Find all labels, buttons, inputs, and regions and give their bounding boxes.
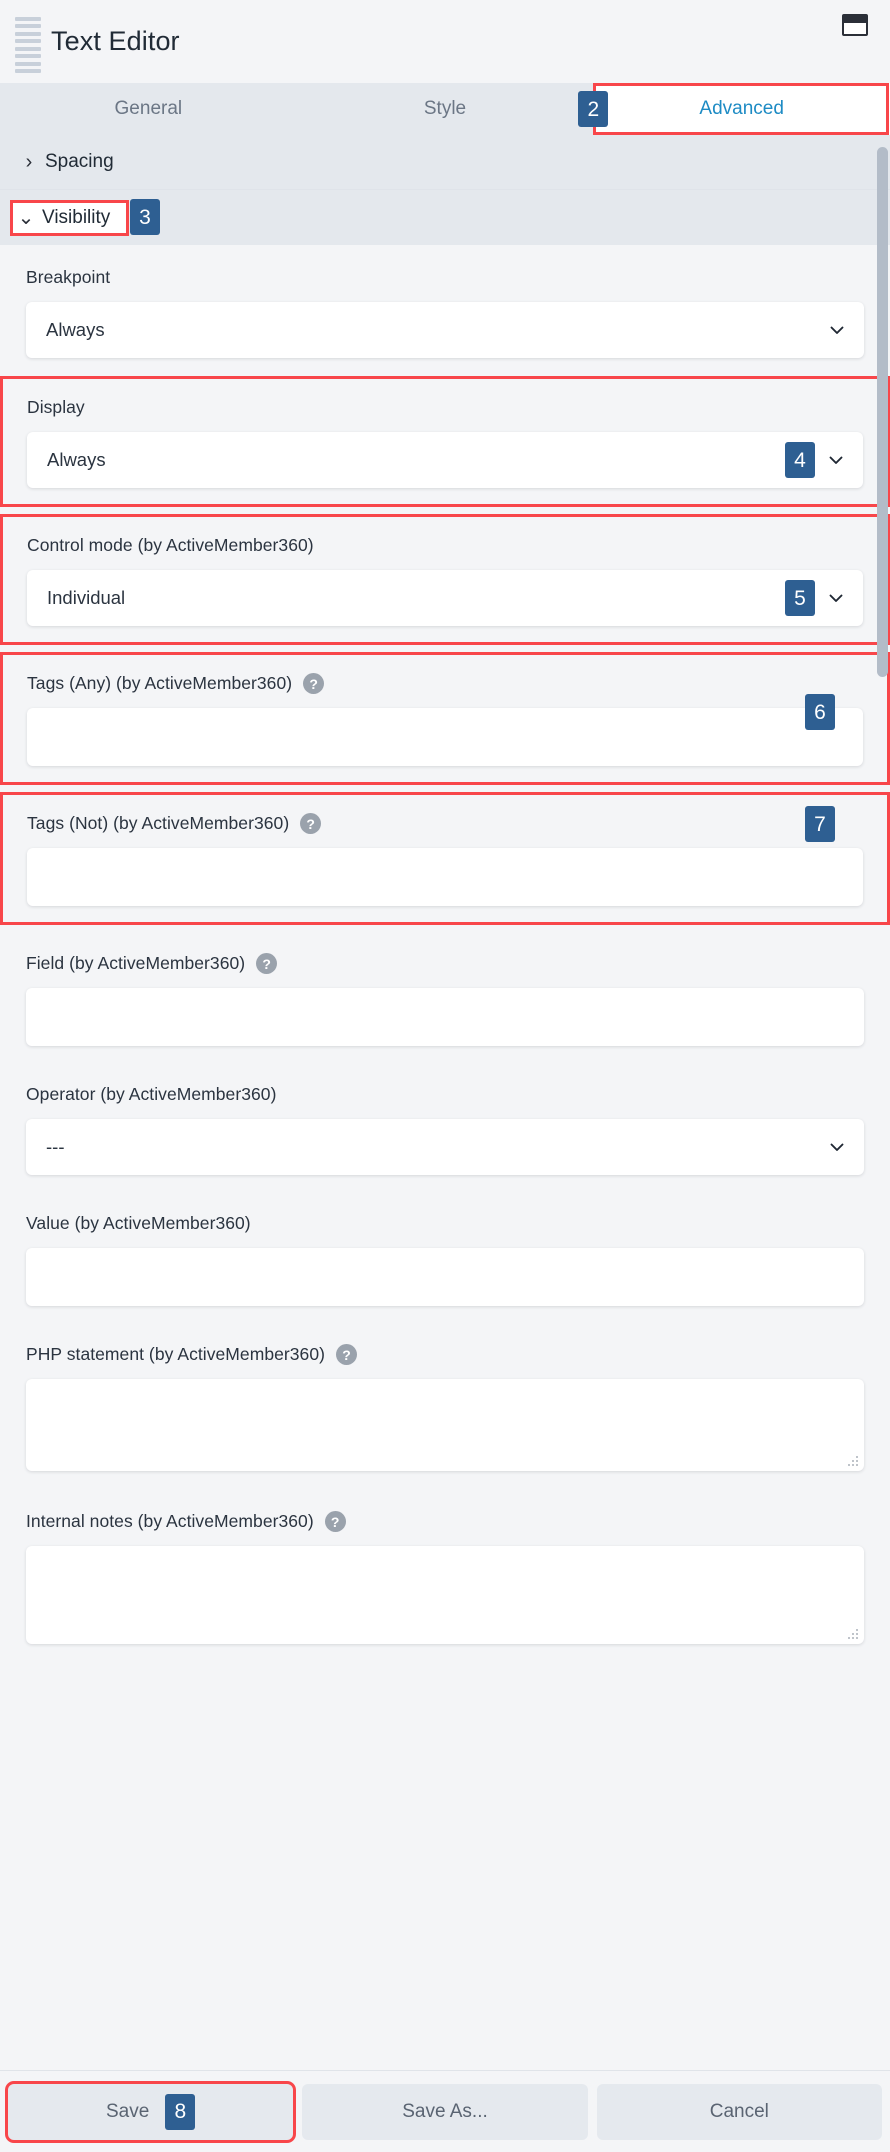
operator-value: --- <box>46 1136 65 1157</box>
help-icon[interactable]: ? <box>300 813 322 834</box>
php-statement-textarea[interactable] <box>26 1379 864 1471</box>
field-am360-field-text: Field (by ActiveMember360) <box>26 953 246 973</box>
section-visibility-hit[interactable]: ⌄ Visibility <box>10 199 130 236</box>
field-breakpoint: Breakpoint Always <box>0 245 890 376</box>
chevron-down-icon: ⌄ <box>17 206 35 229</box>
scrollbar-thumb[interactable] <box>877 147 888 677</box>
section-visibility-label: Visibility <box>42 206 111 228</box>
tab-general[interactable]: General <box>0 83 297 135</box>
internal-notes-textarea[interactable] <box>26 1546 864 1644</box>
chevron-down-icon <box>827 589 845 607</box>
tab-general-label: General <box>114 98 183 119</box>
panel-header: Text Editor <box>0 0 890 83</box>
field-control-mode-label: Control mode (by ActiveMember360) <box>27 535 314 555</box>
field-display: Display Always 4 <box>0 376 890 507</box>
chevron-down-icon <box>827 451 845 469</box>
field-value-label: Value (by ActiveMember360) <box>26 1213 251 1233</box>
breakpoint-select[interactable]: Always <box>26 302 864 358</box>
resize-grip-icon[interactable] <box>846 1627 858 1639</box>
drag-handle-icon[interactable] <box>15 17 41 73</box>
tab-advanced[interactable]: Advanced <box>593 83 890 135</box>
chevron-down-icon <box>828 1138 846 1156</box>
panel-footer: Save 8 Save As... Cancel <box>0 2070 890 2152</box>
tags-any-input[interactable]: 6 <box>27 694 863 766</box>
field-tags-not: Tags (Not) (by ActiveMember360) ? 7 <box>0 792 890 925</box>
tab-style[interactable]: Style 2 <box>297 83 609 135</box>
window-layout-icon[interactable] <box>842 14 868 36</box>
field-php-statement-text: PHP statement (by ActiveMember360) <box>26 1344 326 1364</box>
step-badge-3: 3 <box>130 199 160 235</box>
display-value: Always <box>47 449 106 470</box>
field-php-statement: PHP statement (by ActiveMember360) ? <box>0 1324 890 1489</box>
control-mode-value: Individual <box>47 587 126 608</box>
field-operator-label: Operator (by ActiveMember360) <box>26 1084 277 1104</box>
display-select[interactable]: Always 4 <box>27 432 863 488</box>
step-badge-6: 6 <box>805 694 835 730</box>
field-display-label: Display <box>27 397 85 417</box>
operator-select[interactable]: --- <box>26 1119 864 1175</box>
step-badge-5: 5 <box>785 580 815 616</box>
field-internal-notes-text: Internal notes (by ActiveMember360) <box>26 1511 314 1531</box>
step-badge-7: 7 <box>805 806 835 842</box>
field-internal-notes-label: Internal notes (by ActiveMember360) ? <box>26 1511 864 1532</box>
help-icon[interactable]: ? <box>336 1344 358 1365</box>
chevron-right-icon: › <box>25 151 33 173</box>
save-as-button-label: Save As... <box>402 2100 488 2122</box>
field-breakpoint-label: Breakpoint <box>26 267 111 287</box>
save-as-button[interactable]: Save As... <box>302 2083 588 2140</box>
settings-scroll-area: › Spacing ⌄ Visibility 3 Breakpoint Alwa… <box>0 135 890 2070</box>
field-am360-field: Field (by ActiveMember360) ? <box>0 925 890 1064</box>
cancel-button[interactable]: Cancel <box>596 2083 882 2140</box>
help-icon[interactable]: ? <box>324 1511 346 1532</box>
breakpoint-value: Always <box>46 319 105 340</box>
help-icon[interactable]: ? <box>303 673 325 694</box>
tab-advanced-label: Advanced <box>699 98 784 119</box>
step-badge-8: 8 <box>165 2093 196 2130</box>
step-badge-2: 2 <box>578 91 609 127</box>
resize-grip-icon[interactable] <box>846 1454 858 1466</box>
field-tags-not-label: Tags (Not) (by ActiveMember360) ? <box>27 813 863 834</box>
text-editor-settings-panel: Text Editor General Style 2 Advanced › S… <box>0 0 890 2152</box>
field-php-statement-label: PHP statement (by ActiveMember360) ? <box>26 1344 864 1365</box>
field-am360-field-label: Field (by ActiveMember360) ? <box>26 953 864 974</box>
step-badge-4: 4 <box>785 442 815 478</box>
tab-bar: General Style 2 Advanced <box>0 83 890 135</box>
field-control-mode: Control mode (by ActiveMember360) Indivi… <box>0 514 890 645</box>
section-visibility[interactable]: ⌄ Visibility 3 <box>0 190 890 245</box>
am360-field-input[interactable] <box>26 988 864 1046</box>
field-tags-any-text: Tags (Any) (by ActiveMember360) <box>27 673 293 693</box>
help-icon[interactable]: ? <box>256 953 278 974</box>
field-operator: Operator (by ActiveMember360) --- <box>0 1064 890 1193</box>
tags-not-input[interactable]: 7 <box>27 806 863 906</box>
field-value: Value (by ActiveMember360) <box>0 1193 890 1324</box>
save-button-label: Save <box>106 2100 150 2122</box>
page-title: Text Editor <box>51 26 180 56</box>
value-input[interactable] <box>26 1248 864 1306</box>
control-mode-select[interactable]: Individual 5 <box>27 570 863 626</box>
field-tags-any-label: Tags (Any) (by ActiveMember360) ? <box>27 673 863 694</box>
field-tags-not-text: Tags (Not) (by ActiveMember360) <box>27 813 290 833</box>
field-internal-notes: Internal notes (by ActiveMember360) ? <box>0 1489 890 1662</box>
cancel-button-label: Cancel <box>709 2100 769 2122</box>
save-button[interactable]: Save 8 <box>4 2080 297 2143</box>
section-spacing-label: Spacing <box>45 151 114 172</box>
tab-style-label: Style <box>423 98 467 119</box>
vertical-scrollbar[interactable] <box>877 135 890 2070</box>
chevron-down-icon <box>828 321 846 339</box>
field-tags-any: Tags (Any) (by ActiveMember360) ? 6 <box>0 652 890 785</box>
section-spacing[interactable]: › Spacing <box>0 135 890 190</box>
